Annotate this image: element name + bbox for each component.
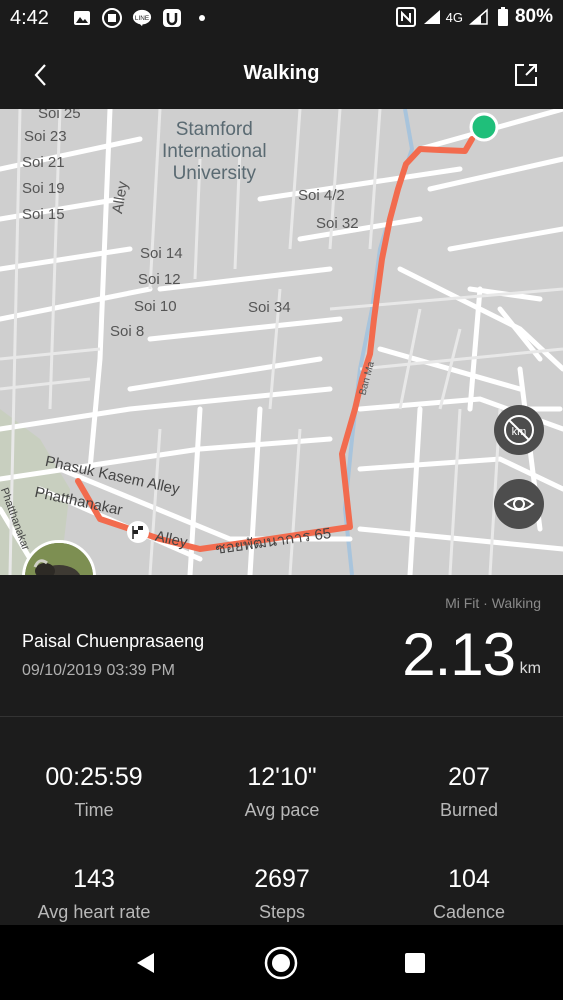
stat-value: 00:25:59 xyxy=(45,763,143,791)
dot-icon xyxy=(192,8,212,28)
map-label: Stamford xyxy=(175,119,253,140)
stat-value: 207 xyxy=(448,763,490,791)
page-title: Walking xyxy=(243,62,320,84)
eye-icon xyxy=(503,497,535,511)
image-icon xyxy=(72,8,92,28)
view-toggle[interactable] xyxy=(494,479,544,529)
svg-text:km: km xyxy=(512,426,527,438)
stat-label: Avg heart rate xyxy=(37,902,151,922)
map-label: Soi 8 xyxy=(110,323,145,340)
status-bar: 4:42 LINE 4G 80% xyxy=(0,0,563,40)
map-label: Soi 23 xyxy=(24,128,67,145)
map-label: Soi 32 xyxy=(316,215,359,232)
stat-label: Cadence xyxy=(432,902,506,922)
status-time: 4:42 xyxy=(10,7,49,29)
map-label: Soi 34 xyxy=(248,299,291,316)
battery-level: 80% xyxy=(514,6,553,27)
home-circle-icon xyxy=(264,946,298,980)
stat-label: Time xyxy=(74,800,114,820)
map-label: Soi 21 xyxy=(22,154,65,171)
user-name: Paisal Chuenprasaeng xyxy=(22,631,205,651)
km-marker-toggle[interactable]: km xyxy=(494,405,544,455)
sim-card-icon xyxy=(102,8,122,28)
route-map[interactable]: Soi 25 Soi 23 Soi 21 Soi 19 Soi 15 Alley… xyxy=(0,109,563,575)
distance-unit: km xyxy=(519,660,541,677)
status-right: 4G 80% xyxy=(395,6,553,28)
nav-back-button[interactable] xyxy=(128,945,164,981)
stat-value: 143 xyxy=(73,865,115,893)
workout-source: Mi Fit · Walking xyxy=(445,595,541,611)
system-nav-bar xyxy=(0,925,563,1000)
notification-icons: LINE xyxy=(72,8,212,28)
u-app-icon xyxy=(162,8,182,28)
stat-value: 2697 xyxy=(254,865,310,893)
distance-value: 2.13 xyxy=(402,621,516,688)
nav-home-button[interactable] xyxy=(263,945,299,981)
nfc-icon xyxy=(395,7,416,27)
stat-avg-pace: 12'10" Avg pace xyxy=(188,763,376,821)
stat-burned: 207 Burned xyxy=(375,763,563,821)
signal-icon xyxy=(468,7,491,27)
map-label: Soi 4/2 xyxy=(298,187,345,204)
app-header: Walking xyxy=(0,40,563,109)
signal-icon xyxy=(422,7,444,27)
back-triangle-icon xyxy=(137,953,154,973)
workout-summary: Mi Fit · Walking Paisal Chuenprasaeng 09… xyxy=(0,575,563,717)
stat-value: 12'10" xyxy=(247,763,317,791)
map-label: International xyxy=(162,141,267,162)
map-label: Soi 15 xyxy=(22,206,65,223)
map-label: Soi 19 xyxy=(22,180,65,197)
battery-icon xyxy=(497,7,509,27)
map-label: Soi 10 xyxy=(134,298,177,315)
workout-date: 09/10/2019 03:39 PM xyxy=(22,662,176,679)
stat-label: Burned xyxy=(439,800,499,820)
network-type: 4G xyxy=(445,9,463,25)
line-app-icon: LINE xyxy=(132,8,152,28)
map-label: Soi 25 xyxy=(38,109,81,122)
nav-recents-button[interactable] xyxy=(397,945,433,981)
stat-label: Steps xyxy=(258,902,306,922)
stat-cadence: 104 Cadence xyxy=(375,865,563,923)
km-hide-icon: km xyxy=(504,415,534,445)
svg-text:LINE: LINE xyxy=(135,15,149,22)
stat-steps: 2697 Steps xyxy=(188,865,376,923)
recents-square-icon xyxy=(405,953,425,973)
map-label: Soi 14 xyxy=(140,245,183,262)
map-label-university: Stamford International University xyxy=(162,119,267,185)
share-icon xyxy=(515,64,537,86)
map-label: Soi 12 xyxy=(138,271,181,288)
stat-avg-heart-rate: 143 Avg heart rate xyxy=(0,865,188,923)
stat-label: Avg pace xyxy=(244,800,320,820)
stat-value: 104 xyxy=(448,865,490,893)
stats-grid: 00:25:59 Time 12'10" Avg pace 207 Burned… xyxy=(0,717,563,925)
stat-time: 00:25:59 Time xyxy=(0,763,188,821)
share-button[interactable] xyxy=(511,60,541,90)
map-label: University xyxy=(172,163,256,184)
